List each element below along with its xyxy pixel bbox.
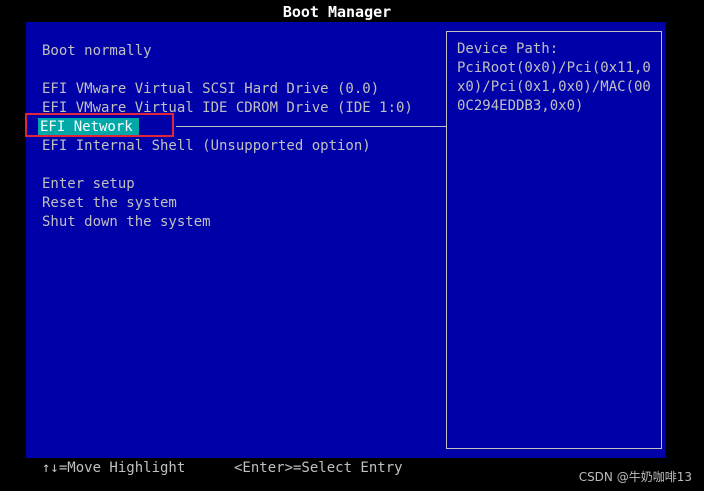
menu-item-enter-setup[interactable]: Enter setup <box>42 175 135 194</box>
annotation-highlight-box <box>25 113 174 137</box>
select-entry-hint: <Enter>=Select Entry <box>234 460 403 476</box>
menu-item-shut-down[interactable]: Shut down the system <box>42 213 211 232</box>
menu-item-reset-system[interactable]: Reset the system <box>42 194 177 213</box>
move-highlight-hint: ↑↓=Move Highlight <box>42 460 186 476</box>
device-path-value: PciRoot(0x0)/Pci(0x11,0x0)/Pci(0x1,0x0)/… <box>457 60 651 114</box>
menu-item-internal-shell[interactable]: EFI Internal Shell (Unsupported option) <box>42 137 371 156</box>
window-title: Boot Manager <box>282 3 392 21</box>
menu-item-boot-normally[interactable]: Boot normally <box>42 42 152 61</box>
watermark: CSDN @牛奶咖啡13 <box>578 470 692 484</box>
boot-manager-panel: Boot normally EFI VMware Virtual SCSI Ha… <box>26 22 666 458</box>
menu-item-scsi-hard-drive[interactable]: EFI VMware Virtual SCSI Hard Drive (0.0) <box>42 80 379 99</box>
selection-connector-line <box>176 126 446 127</box>
device-path-panel: Device Path: PciRoot(0x0)/Pci(0x11,0x0)/… <box>446 31 662 449</box>
device-path-label: Device Path: <box>457 41 559 57</box>
